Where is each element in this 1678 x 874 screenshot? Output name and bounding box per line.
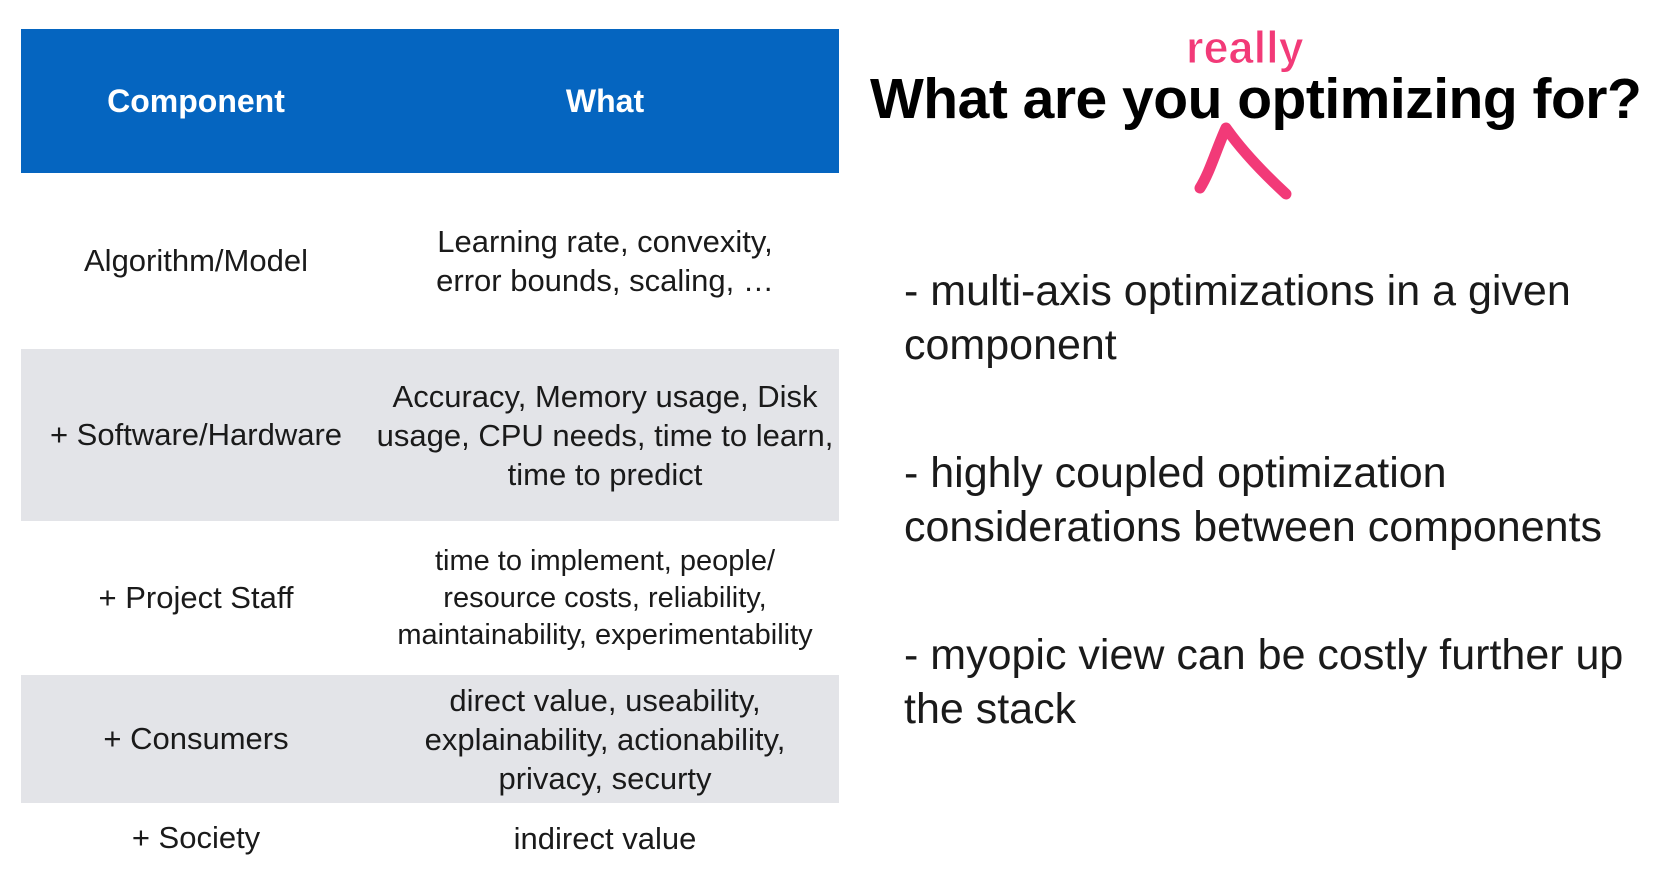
column-header-component: Component [107,82,285,119]
row-component: + Society [131,820,261,855]
row-component: + Software/Hardware [49,417,343,452]
bullet-item: - highly coupled optimization considerat… [904,449,1602,551]
bullet-item: - multi-axis optimizations in a given co… [904,267,1571,369]
row-component: + Consumers [103,721,289,756]
bullet-item: - myopic view can be costly further up t… [904,631,1624,733]
table-row: Algorithm/Model Learning rate, convexity… [21,175,839,347]
row-component: Algorithm/Model [84,243,308,278]
caret-insert-icon [1194,122,1292,200]
bullet-list: - multi-axis optimizations in a given co… [904,264,1664,810]
column-header-what: What [565,82,645,119]
table-row: + Consumers direct value, useability, ex… [21,675,839,803]
row-what: time to implement, people/ resource cost… [397,544,813,651]
row-what: indirect value [513,820,697,856]
row-what: Accuracy, Memory usage, Disk usage, CPU … [376,378,834,492]
table-row: + Society indirect value [21,805,839,871]
component-table: Component What Algorithm/Model Learning … [21,29,839,856]
table-row: + Software/Hardware Accuracy, Memory usa… [21,349,839,521]
row-what: Learning rate, convexity, error bounds, … [436,224,774,298]
row-what: direct value, useability, explainability… [424,682,786,796]
handwritten-annotation: really [1186,22,1305,74]
table-header: Component What [21,29,839,173]
table-row: + Project Staff time to implement, peopl… [21,521,839,675]
row-component: + Project Staff [98,580,294,615]
